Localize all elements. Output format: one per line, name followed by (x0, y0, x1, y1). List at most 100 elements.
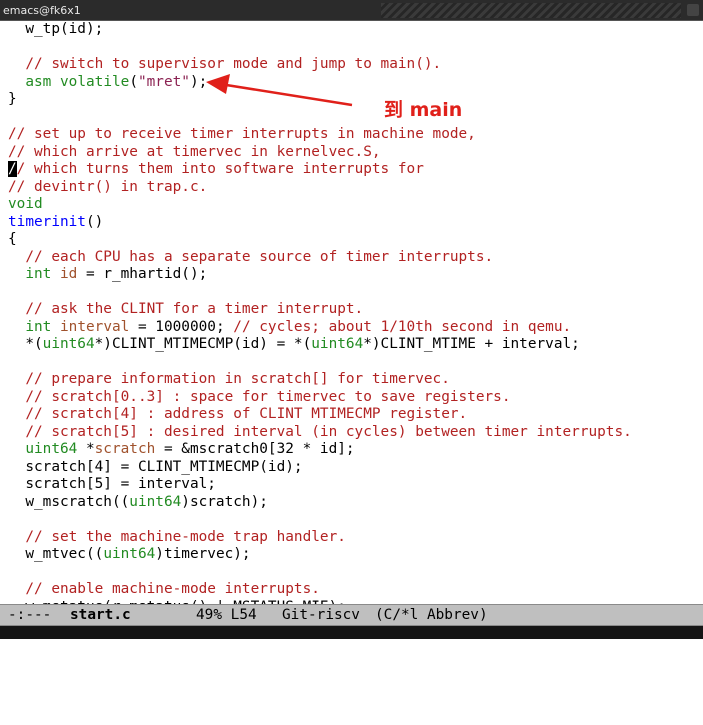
code-line[interactable]: scratch[4] = CLINT_MTIMECMP(id); (8, 458, 303, 477)
code-line[interactable]: // scratch[4] : address of CLINT MTIMECM… (8, 406, 467, 424)
code-token: { (8, 231, 17, 247)
code-token: } (8, 91, 17, 107)
code-line[interactable]: { (8, 231, 17, 249)
code-line[interactable]: // enable machine-mode interrupts. (8, 581, 320, 599)
code-token: // scratch[5] : desired interval (in cyc… (25, 423, 632, 440)
code-token: id (60, 266, 78, 282)
code-token: ( (129, 73, 138, 90)
code-line[interactable]: // each CPU has a separate source of tim… (8, 249, 493, 267)
mode-line[interactable]: -:--- start.c 49% L54 Git-riscv (C/*l Ab… (0, 604, 703, 626)
annotation-arrow (206, 74, 353, 107)
code-token: w_mscratch(( (8, 493, 130, 510)
code-token: // which arrive at timervec in kernelvec… (8, 143, 381, 160)
code-line[interactable]: w_mscratch((uint64)scratch); (8, 494, 268, 512)
title-bar: emacs@fk6x1 (0, 0, 703, 21)
title-bar-drag-area[interactable] (381, 3, 681, 18)
code-token: // cycles; about 1/10th second in qemu. (233, 318, 572, 335)
code-token: // ask the CLINT for a timer interrupt. (25, 301, 364, 317)
code-token: // devintr() in trap.c. (8, 178, 208, 195)
modeline-buffer-name[interactable]: start.c (70, 605, 131, 625)
code-line[interactable]: timerinit() (8, 214, 103, 232)
code-token: = &mscratch0[32 * id]; (155, 441, 355, 457)
code-token: w_tp(id); (8, 21, 104, 37)
code-line[interactable]: w_mtvec((uint64)timervec); (8, 546, 251, 564)
code-line[interactable]: // which arrive at timervec in kernelvec… (8, 144, 381, 162)
window-title: emacs@fk6x1 (3, 4, 81, 17)
code-line[interactable]: *(uint64*)CLINT_MTIMECMP(id) = *(uint64*… (8, 336, 580, 354)
window-control-button[interactable] (687, 4, 699, 16)
code-token: )scratch); (181, 493, 268, 510)
code-token: w_mtvec(( (8, 546, 104, 562)
code-token: void (8, 196, 43, 212)
code-token: scratch[5] = interval; (8, 476, 216, 492)
code-token: int (25, 318, 52, 335)
code-token: volatile (60, 73, 130, 90)
code-token: )timervec); (155, 546, 251, 562)
code-line[interactable]: void (8, 196, 43, 214)
modeline-major-mode[interactable]: (C/*l Abbrev) (375, 605, 488, 625)
code-token: scratch[4] = CLINT_MTIMECMP(id); (8, 458, 303, 475)
code-token: // each CPU has a separate source of tim… (25, 248, 494, 265)
code-line[interactable]: asm volatile("mret"); (8, 74, 207, 92)
code-token: scratch (94, 441, 156, 457)
modeline-vc-branch[interactable]: Git-riscv (282, 605, 360, 625)
code-token: uint64 (42, 336, 95, 352)
code-token: timerinit (8, 213, 86, 230)
code-token: asm (25, 73, 52, 90)
modeline-status: -:--- (8, 607, 52, 623)
code-line[interactable]: uint64 *scratch = &mscratch0[32 * id]; (8, 441, 355, 459)
code-token: // prepare information in scratch[] for … (25, 371, 450, 387)
code-token: // scratch[4] : address of CLINT MTIMECM… (25, 406, 468, 422)
code-token: // set up to receive timer interrupts in… (8, 126, 476, 142)
code-token: *)CLINT_MTIME + interval; (363, 336, 580, 352)
code-token: uint64 (25, 441, 78, 457)
code-line[interactable]: w_tp(id); (8, 21, 103, 39)
code-line[interactable]: // ask the CLINT for a timer interrupt. (8, 301, 363, 319)
code-line[interactable]: // scratch[5] : desired interval (in cyc… (8, 423, 632, 442)
code-token: uint64 (311, 336, 364, 352)
code-token: () (85, 213, 104, 230)
code-token: *)CLINT_MTIMECMP(id) = *( (94, 336, 312, 352)
code-line[interactable]: // set the machine-mode trap handler. (8, 529, 346, 547)
code-line[interactable]: int interval = 1000000; // cycles; about… (8, 319, 571, 337)
modeline-position: 49% L54 (196, 607, 257, 623)
code-line[interactable]: // set up to receive timer interrupts in… (8, 126, 476, 144)
text-cursor: / (8, 161, 17, 177)
code-line[interactable]: // devintr() in trap.c. (8, 179, 207, 197)
code-token: = 1000000; (129, 318, 234, 335)
code-token: int (25, 266, 52, 282)
code-token: // scratch[0..3] : space for timervec to… (25, 388, 511, 405)
code-line[interactable]: scratch[5] = interval; (8, 476, 216, 494)
code-token: interval (60, 318, 130, 335)
code-line[interactable]: } (8, 91, 17, 109)
annotation-label: 到 main (384, 99, 463, 121)
code-token: = r_mhartid(); (77, 266, 208, 282)
code-token: // enable machine-mode interrupts. (25, 581, 320, 597)
code-line[interactable]: int id = r_mhartid(); (8, 266, 207, 284)
code-token: // set the machine-mode trap handler. (25, 528, 346, 545)
minibuffer[interactable] (0, 626, 703, 639)
code-token: uint64 (103, 546, 156, 562)
code-line[interactable]: // scratch[0..3] : space for timervec to… (8, 388, 511, 407)
code-token: / which turns them into software interru… (16, 161, 424, 177)
code-line[interactable]: // which turns them into software interr… (8, 161, 424, 179)
code-line[interactable]: // prepare information in scratch[] for … (8, 371, 450, 389)
code-token: * (77, 441, 95, 457)
code-token: uint64 (129, 493, 182, 510)
